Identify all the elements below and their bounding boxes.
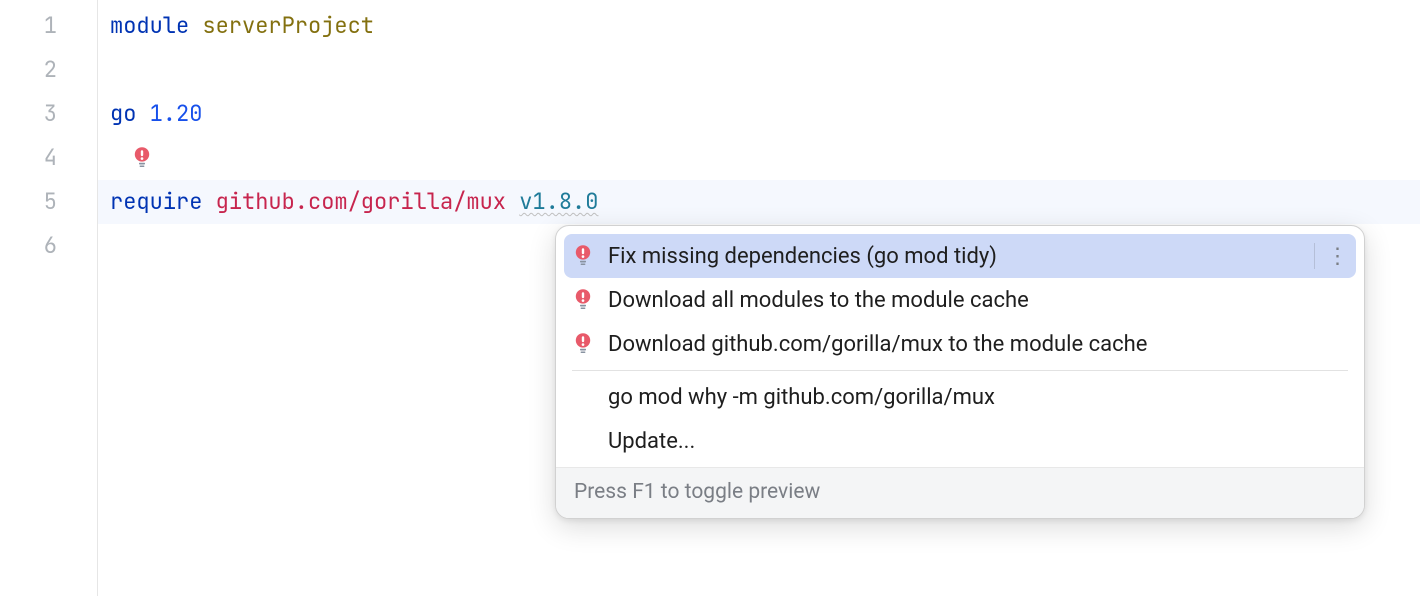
bulb-icon	[570, 244, 596, 268]
intention-item-download-pkg[interactable]: Download github.com/gorilla/mux to the m…	[564, 322, 1356, 366]
code-line[interactable]	[110, 48, 1420, 92]
keyword-require: require	[110, 187, 202, 216]
bulb-icon	[570, 288, 596, 312]
code-line[interactable]: module serverProject	[110, 4, 1420, 48]
code-line[interactable]	[110, 136, 1420, 180]
intention-item-update[interactable]: Update...	[564, 419, 1356, 463]
line-number: 1	[0, 4, 57, 48]
line-number: 3	[0, 92, 57, 136]
module-name: serverProject	[202, 11, 374, 40]
line-number: 6	[0, 224, 57, 268]
intention-item-fix-missing-deps[interactable]: Fix missing dependencies (go mod tidy) ⋮	[564, 234, 1356, 278]
intention-item-download-all[interactable]: Download all modules to the module cache	[564, 278, 1356, 322]
intention-list: Fix missing dependencies (go mod tidy) ⋮…	[556, 226, 1364, 467]
require-package: github.com/gorilla/mux	[216, 187, 506, 216]
line-number: 2	[0, 48, 57, 92]
footer-hint: Press F1 to toggle preview	[574, 480, 820, 504]
keyword-module: module	[110, 11, 189, 40]
intention-label: Update...	[608, 429, 1346, 454]
line-gutter: 1 2 3 4 5 6	[0, 0, 98, 596]
code-line[interactable]: go 1.20	[110, 92, 1420, 136]
intention-label: Download all modules to the module cache	[608, 288, 1346, 313]
intention-item-go-mod-why[interactable]: go mod why -m github.com/gorilla/mux	[564, 375, 1356, 419]
line-number: 5	[0, 180, 57, 224]
intention-label: go mod why -m github.com/gorilla/mux	[608, 385, 1346, 410]
popup-footer: Press F1 to toggle preview	[556, 467, 1364, 518]
intention-bulb-icon[interactable]	[130, 146, 154, 170]
keyword-go: go	[110, 99, 136, 128]
intention-label: Download github.com/gorilla/mux to the m…	[608, 332, 1346, 357]
intention-label: Fix missing dependencies (go mod tidy)	[608, 244, 1304, 269]
require-version: v1.8.0	[519, 187, 598, 216]
bulb-icon	[570, 332, 596, 356]
code-line[interactable]: require github.com/gorilla/mux v1.8.0	[98, 180, 1420, 224]
go-version: 1.20	[150, 99, 203, 128]
line-number: 4	[0, 136, 57, 180]
divider	[572, 370, 1348, 371]
intention-popup: Fix missing dependencies (go mod tidy) ⋮…	[555, 225, 1365, 519]
more-icon[interactable]: ⋮	[1316, 243, 1346, 269]
